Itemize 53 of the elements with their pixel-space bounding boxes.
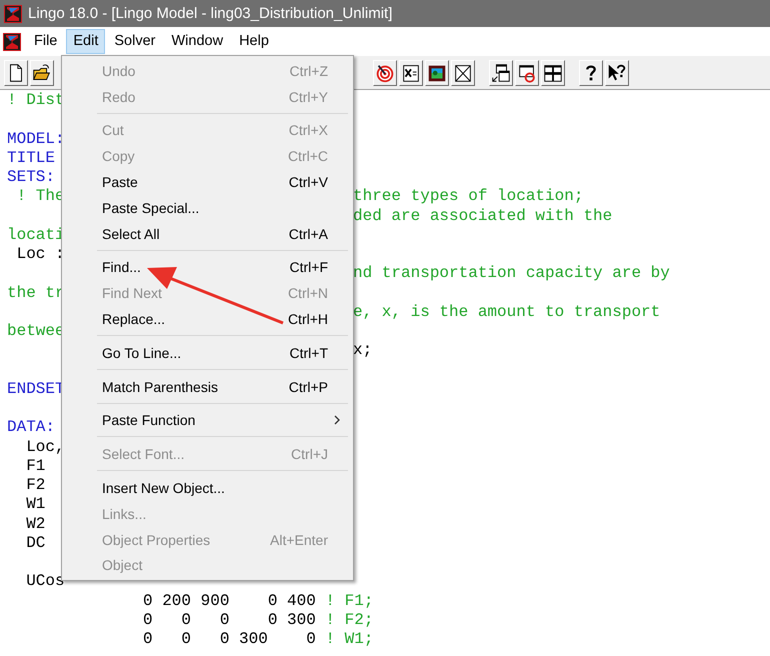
menu-item[interactable]: Help	[232, 29, 276, 54]
code-text: MODEL:	[7, 130, 65, 148]
code-text: W2	[25, 514, 46, 532]
picture-icon[interactable]	[425, 60, 449, 86]
code-comment: ! Dist	[7, 91, 65, 109]
menu-item[interactable]: File	[27, 29, 64, 54]
menu-item[interactable]: Solver	[107, 29, 162, 54]
code-text: 0 0 0 0 300	[143, 610, 316, 630]
windows-icon[interactable]	[489, 60, 513, 86]
document-logo-icon[interactable]	[3, 32, 21, 50]
menu-entry[interactable]: Paste Function	[62, 408, 353, 434]
menu-item[interactable]: Edit	[66, 29, 106, 54]
menu-item[interactable]: Window	[164, 29, 230, 54]
new-file-icon[interactable]	[4, 60, 28, 86]
code-text: TITLE	[7, 148, 56, 167]
target-icon[interactable]	[373, 60, 397, 86]
code-text: Loc,	[25, 438, 65, 456]
code-text: DC	[25, 534, 46, 552]
code-text: W1	[25, 495, 46, 514]
code-comment: ded are associated with the	[353, 206, 612, 224]
code-comment: ! F2;	[325, 610, 374, 630]
tiled-windows-icon[interactable]	[541, 60, 565, 86]
menu-entry[interactable]: Insert New Object...	[62, 475, 353, 501]
code-text: F1	[25, 456, 46, 475]
code-text: 0 0 0 300 0	[143, 630, 316, 650]
pointer-help-icon[interactable]	[605, 60, 629, 86]
menu-entry[interactable]: Paste Special...	[62, 194, 353, 221]
code-comment: three types of location;	[353, 187, 584, 206]
code-text: DATA:	[7, 418, 56, 436]
code-text: SETS:	[7, 168, 56, 186]
folder-icon[interactable]	[30, 60, 54, 86]
menu-entry[interactable]: Select All Ctrl+A	[62, 220, 353, 247]
code-text: 0 200 900 0 400	[143, 592, 316, 611]
app-logo-icon	[4, 4, 22, 22]
code-text: ENDSET	[7, 380, 65, 398]
menu-entry[interactable]: Replace... Ctrl+H	[62, 306, 353, 332]
code-comment: ! F1;	[325, 592, 374, 611]
crossed-box-icon[interactable]	[451, 60, 475, 86]
code-comment: e, x, is the amount to transport	[353, 302, 660, 321]
code-text: x;	[353, 341, 372, 360]
menu-entry[interactable]: Paste Ctrl+V	[62, 169, 353, 195]
code-comment: ! W1;	[325, 630, 374, 650]
formula-icon[interactable]	[399, 60, 423, 86]
menu-entry[interactable]: Find... Ctrl+F	[62, 254, 353, 280]
menu-entry[interactable]: Go To Line... Ctrl+T	[62, 340, 353, 366]
menu-entry[interactable]: Match Parenthesis Ctrl+P	[62, 374, 353, 400]
code-comment: nd transportation capacity are by	[353, 264, 670, 282]
help-icon[interactable]	[579, 60, 603, 86]
code-text: UCos	[25, 572, 65, 590]
code-comment: locati	[7, 226, 65, 244]
window-title: Lingo 18.0 - [Lingo Model - ling03_Distribution_Unlimit]	[28, 5, 392, 22]
code-text: F2	[25, 476, 46, 494]
code-text: Loc :	[16, 245, 65, 263]
